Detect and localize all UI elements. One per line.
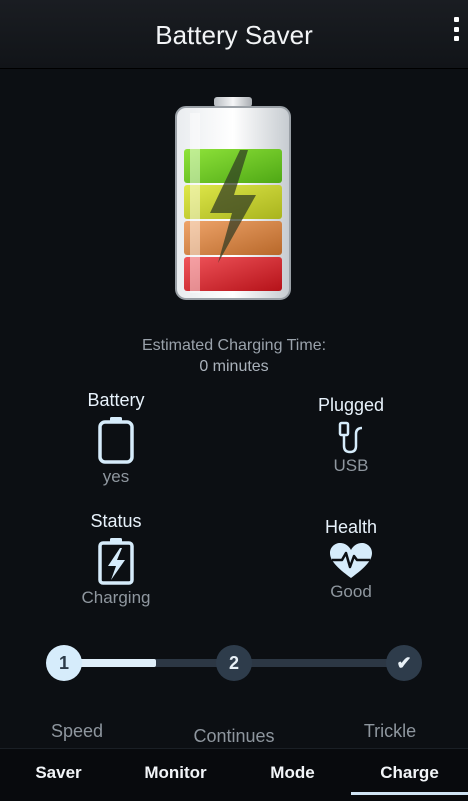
battery-level-graphic [175, 97, 291, 300]
bottom-tab-bar: Saver Monitor Mode Charge [0, 748, 468, 801]
tab-mode-label: Mode [270, 763, 315, 782]
battery-charging-icon [98, 538, 134, 585]
health-stat-label: Health [324, 517, 378, 537]
status-stat: Status Charging [41, 511, 191, 608]
step-label-trickle: Trickle [363, 721, 417, 741]
battery-outline-icon [98, 417, 134, 464]
health-stat: Health Good [276, 517, 426, 602]
status-stat-label: Status [90, 511, 142, 531]
tab-charge[interactable]: Charge [351, 749, 468, 801]
app-bar: Battery Saver [0, 0, 468, 69]
step-2-marker[interactable]: 2 [216, 645, 252, 681]
step-label-speed: Speed [50, 721, 104, 741]
battery-stat: Battery yes [41, 390, 191, 487]
step-3-marker[interactable]: ✔ [386, 645, 422, 681]
estimate-value: 0 minutes [199, 358, 269, 375]
step-label-continues: Continues [193, 726, 275, 746]
battery-stat-label: Battery [87, 390, 145, 410]
estimate-label: Estimated Charging Time: [141, 337, 327, 354]
battery-stat-value: yes [102, 467, 130, 486]
usb-cable-icon [338, 421, 363, 454]
tab-mode[interactable]: Mode [234, 749, 351, 801]
active-tab-indicator [351, 792, 468, 795]
overflow-menu-icon[interactable] [450, 17, 462, 41]
heart-pulse-icon [330, 543, 372, 578]
charge-mode-stepper[interactable]: 1 2 ✔ [46, 645, 422, 681]
tab-monitor[interactable]: Monitor [117, 749, 234, 801]
tab-saver[interactable]: Saver [0, 749, 117, 801]
health-stat-value: Good [330, 582, 372, 601]
plugged-stat-value: USB [333, 456, 369, 475]
tab-charge-label: Charge [380, 763, 439, 782]
plugged-stat: Plugged USB [276, 395, 426, 476]
status-stat-value: Charging [81, 588, 151, 607]
tab-monitor-label: Monitor [144, 763, 207, 782]
app-title: Battery Saver [155, 20, 313, 50]
step-1-marker[interactable]: 1 [46, 645, 82, 681]
tab-saver-label: Saver [35, 763, 82, 782]
plugged-stat-label: Plugged [317, 395, 385, 415]
